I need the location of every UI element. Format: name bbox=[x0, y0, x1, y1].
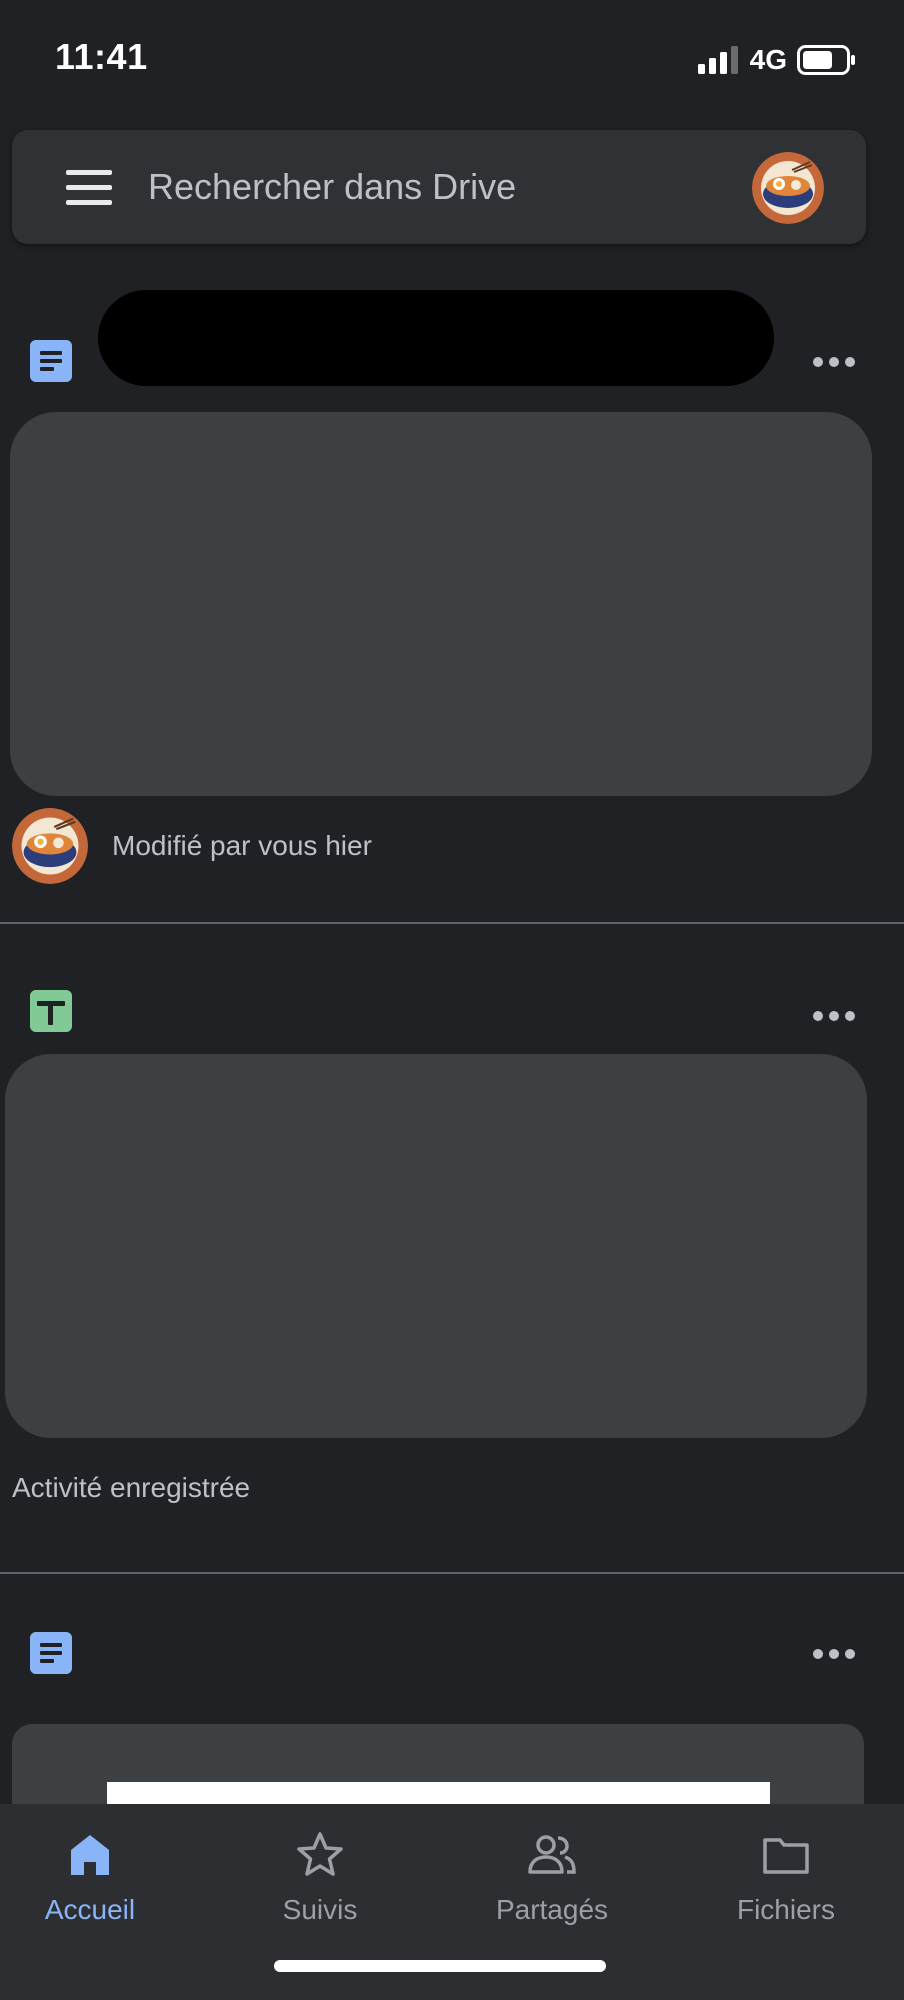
file-card[interactable] bbox=[0, 1574, 904, 1924]
docs-icon bbox=[30, 1632, 72, 1674]
activity-row: Modifié par vous hier bbox=[0, 804, 904, 884]
folder-icon bbox=[763, 1838, 809, 1874]
file-preview-thumbnail[interactable] bbox=[5, 1054, 867, 1438]
nav-item-home[interactable]: Accueil bbox=[0, 1830, 190, 1940]
activity-text: Activité enregistrée bbox=[12, 1472, 251, 1503]
nav-label: Suivis bbox=[282, 1894, 358, 1925]
nav-label: Partagés bbox=[495, 1894, 609, 1925]
status-indicators: 4G bbox=[697, 40, 857, 80]
activity-text: Modifié par vous hier bbox=[112, 830, 372, 861]
nav-item-starred[interactable]: Suivis bbox=[220, 1830, 420, 1940]
sheets-icon bbox=[30, 990, 72, 1032]
nav-item-shared[interactable]: Partagés bbox=[452, 1830, 652, 1940]
file-card[interactable]: Activité enregistrée bbox=[0, 924, 904, 1574]
nav-label: Fichiers bbox=[736, 1894, 835, 1925]
account-avatar[interactable] bbox=[752, 152, 824, 224]
more-options-icon[interactable] bbox=[812, 1648, 856, 1660]
search-input[interactable]: Rechercher dans Drive bbox=[148, 166, 516, 208]
signal-icon bbox=[697, 46, 738, 74]
file-preview-thumbnail[interactable] bbox=[10, 412, 872, 796]
menu-icon[interactable] bbox=[62, 168, 118, 208]
star-icon bbox=[297, 1832, 343, 1876]
status-time: 11:41 bbox=[55, 36, 148, 77]
editor-avatar bbox=[12, 808, 88, 884]
file-card[interactable]: Modifié par vous hier bbox=[0, 280, 904, 924]
battery-icon bbox=[797, 45, 855, 75]
file-name-redacted bbox=[98, 290, 774, 386]
nav-label: Accueil bbox=[44, 1894, 136, 1925]
nav-item-files[interactable]: Fichiers bbox=[686, 1830, 886, 1940]
drive-home-screen: 11:41 4G Rechercher dans Drive Modifié p… bbox=[0, 0, 904, 2000]
activity-row: Activité enregistrée bbox=[0, 1464, 904, 1544]
network-label: 4G bbox=[749, 44, 787, 75]
people-icon bbox=[528, 1835, 576, 1874]
more-options-icon[interactable] bbox=[812, 356, 856, 368]
home-indicator[interactable] bbox=[274, 1960, 606, 1972]
docs-icon bbox=[30, 340, 72, 382]
preview-content-line bbox=[107, 1782, 770, 1804]
search-bar[interactable]: Rechercher dans Drive bbox=[12, 130, 866, 244]
status-bar: 11:41 4G bbox=[0, 0, 904, 120]
more-options-icon[interactable] bbox=[812, 1010, 856, 1022]
home-icon bbox=[71, 1835, 109, 1875]
